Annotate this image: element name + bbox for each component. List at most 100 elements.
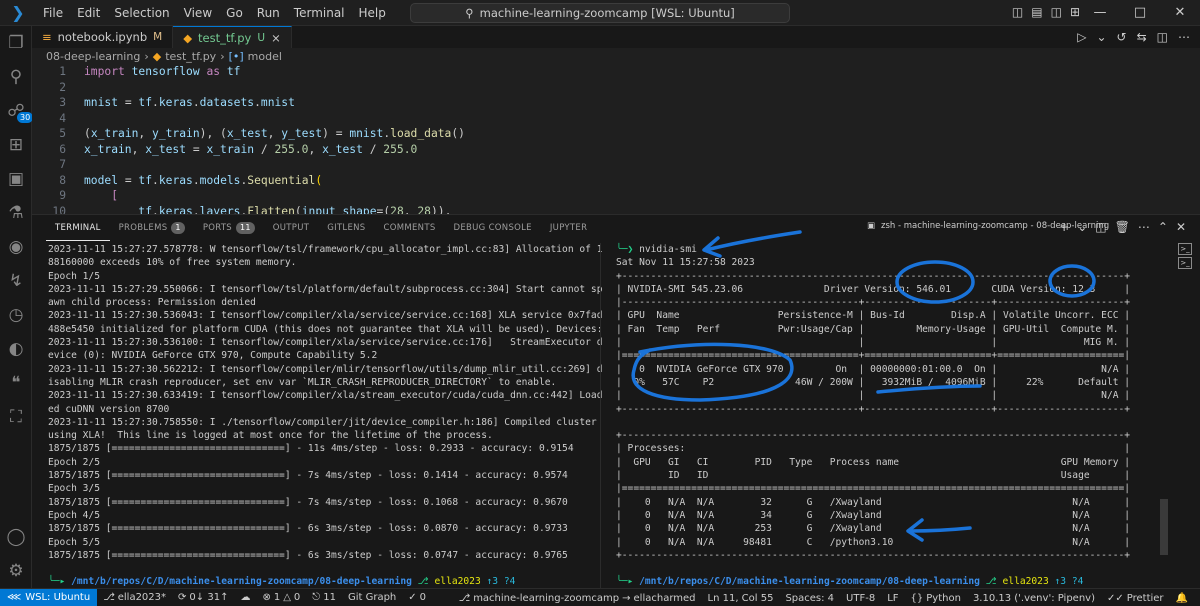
tab-comments[interactable]: COMMENTS — [375, 215, 445, 241]
cloud-icon: ☁ — [240, 592, 251, 603]
git-graph-icon[interactable]: ↯ — [0, 264, 32, 298]
tab-jupyter[interactable]: JUPYTER — [541, 215, 596, 241]
branch-indicator[interactable]: ⎇ ella2023* — [97, 592, 172, 603]
jupyter-icon[interactable]: ◐ — [0, 332, 32, 366]
eol[interactable]: LF — [881, 593, 904, 604]
terminal-line: 2023-11-11 15:27:29.550066: I tensorflow… — [48, 283, 603, 295]
terminal-line: Sat Nov 11 15:27:58 2023 — [616, 257, 755, 269]
terminal-right[interactable]: ╰─❯ nvidia-smi Sat Nov 11 15:27:58 2023 +-… — [616, 243, 1156, 601]
ports-count: 11 — [323, 592, 336, 603]
terminal-line: isabling MLIR crash reproducer, set env … — [48, 376, 557, 388]
compare-icon[interactable]: ⇆ — [1137, 30, 1147, 44]
maximize-icon[interactable]: □ — [1120, 0, 1160, 26]
quote-icon[interactable]: ❝ — [0, 366, 32, 400]
git-graph-button[interactable]: Git Graph — [342, 592, 402, 603]
prompt-branch: ella2023 — [434, 576, 487, 588]
indentation[interactable]: Spaces: 4 — [779, 593, 840, 604]
live-share-indicator[interactable]: ✓ 0 — [402, 592, 432, 603]
close-tab-icon[interactable]: × — [271, 31, 281, 45]
terminal-dropdown-icon[interactable]: ⌄ — [1077, 220, 1087, 234]
breadcrumb-symbol[interactable]: model — [248, 50, 282, 63]
toggle-secondary-sidebar-icon[interactable]: ◫ — [1051, 5, 1062, 19]
close-panel-icon[interactable]: ✕ — [1176, 220, 1186, 234]
tab-problems[interactable]: PROBLEMS 1 — [110, 215, 194, 241]
timeline-icon[interactable]: ◷ — [0, 298, 32, 332]
branch-name: ella2023* — [117, 592, 167, 603]
maximize-panel-icon[interactable]: ⌃ — [1158, 220, 1168, 234]
search-text: machine-learning-zoomcamp [WSL: Ubuntu] — [479, 6, 735, 20]
split-editor-icon[interactable]: ◫ — [1157, 30, 1168, 44]
menu-help[interactable]: Help — [352, 0, 393, 26]
terminal-instance-icon[interactable]: >_ — [1178, 243, 1192, 255]
run-dropdown-icon[interactable]: ⌄ — [1096, 30, 1106, 44]
command-center-search[interactable]: ⚲ machine-learning-zoomcamp [WSL: Ubuntu… — [410, 3, 790, 23]
menu-terminal[interactable]: Terminal — [287, 0, 352, 26]
run-icon[interactable]: ▷ — [1077, 30, 1086, 44]
new-terminal-icon[interactable]: + — [1059, 220, 1069, 234]
source-control-icon[interactable]: ☍ 30 — [0, 94, 34, 128]
sync-indicator[interactable]: ⟳ 0↓ 31↑ — [172, 592, 234, 603]
tab-output[interactable]: OUTPUT — [264, 215, 318, 241]
toggle-panel-icon[interactable]: ▤ — [1031, 5, 1042, 19]
docker-icon[interactable]: ⛶ — [0, 400, 32, 434]
explorer-icon[interactable]: ❐ — [0, 26, 32, 60]
menu-run[interactable]: Run — [250, 0, 287, 26]
ports-indicator[interactable]: ⎋ 11 — [306, 592, 342, 603]
breadcrumb-file[interactable]: test_tf.py — [165, 50, 216, 63]
menu-view[interactable]: View — [177, 0, 219, 26]
timeline-action-icon[interactable]: ↺ — [1117, 30, 1127, 44]
notifications[interactable]: 🔔 — [1170, 593, 1194, 604]
error-count: 1 — [273, 592, 281, 603]
account-icon[interactable]: ◯ — [0, 520, 32, 554]
arrow-separator: → — [622, 592, 631, 604]
git-icon: ⎇ — [458, 592, 471, 604]
customize-layout-icon[interactable]: ⊞ — [1070, 5, 1080, 19]
menu-edit[interactable]: Edit — [70, 0, 107, 26]
menu-selection[interactable]: Selection — [107, 0, 176, 26]
breadcrumb-folder[interactable]: 08-deep-learning — [46, 50, 140, 63]
terminal-split-divider[interactable] — [600, 243, 601, 589]
terminal-left[interactable]: 2023-11-11 15:27:27.578778: W tensorflow… — [48, 243, 603, 587]
eol-label: LF — [887, 592, 899, 604]
prompt-path: /mnt/b/repos/C/D/machine-learning-zoomca… — [639, 576, 986, 588]
tab-debug-console[interactable]: DEBUG CONSOLE — [445, 215, 541, 241]
tab-notebook[interactable]: ≡ notebook.ipynb M — [32, 26, 174, 48]
language-mode[interactable]: {} Python — [905, 593, 967, 604]
tab-gitlens[interactable]: GITLENS — [318, 215, 374, 241]
remote-indicator[interactable]: ⋘ WSL: Ubuntu — [0, 588, 98, 606]
check-icon: ✓ — [408, 592, 417, 603]
prompt-branch: ella2023 — [1002, 576, 1055, 588]
more-actions-icon[interactable]: ⋯ — [1138, 220, 1150, 234]
testing-icon[interactable]: ⚗ — [0, 196, 32, 230]
split-terminal-icon[interactable]: ◫ — [1095, 220, 1106, 234]
remote-explorer-icon[interactable]: ▣ — [0, 162, 32, 196]
search-sidebar-icon[interactable]: ⚲ — [0, 60, 32, 94]
terminal-instance-icon[interactable]: >_ — [1178, 257, 1192, 269]
menu-file[interactable]: File — [36, 0, 70, 26]
tab-ports[interactable]: PORTS 11 — [194, 215, 264, 241]
toggle-sidebar-icon[interactable]: ◫ — [1012, 5, 1023, 19]
minimize-icon[interactable]: — — [1080, 0, 1120, 26]
project-indicator[interactable]: ⎇ machine-learning-zoomcamp → ellacharmed — [453, 593, 702, 604]
settings-gear-icon[interactable]: ⚙ — [0, 554, 32, 588]
line-number: 8 — [59, 173, 66, 187]
menu-go[interactable]: Go — [219, 0, 250, 26]
code-line: 1 import tensorflow as tf — [32, 64, 1200, 80]
more-actions-icon[interactable]: ⋯ — [1178, 30, 1190, 44]
terminal-scrollbar[interactable] — [1160, 499, 1168, 555]
code-editor[interactable]: 1 import tensorflow as tf 2 3 mnist = tf.k… — [32, 64, 1200, 235]
python-interpreter[interactable]: 3.10.13 ('.venv': Pipenv) — [967, 593, 1101, 604]
close-icon[interactable]: ✕ — [1160, 0, 1200, 26]
extensions-icon[interactable]: ⊞ — [0, 128, 32, 162]
problems-indicator[interactable]: ⊗ 1 △ 0 — [256, 592, 306, 603]
tab-terminal[interactable]: TERMINAL — [46, 215, 110, 241]
tab-test-tf[interactable]: ◆ test_tf.py U × — [173, 26, 292, 48]
tab-label: GITLENS — [327, 223, 366, 233]
github-icon[interactable]: ◉ — [0, 230, 32, 264]
remote-connect-indicator[interactable]: ☁ — [234, 592, 256, 603]
kill-terminal-icon[interactable]: 🗑 — [1115, 220, 1130, 234]
encoding[interactable]: UTF-8 — [840, 593, 881, 604]
cursor-position[interactable]: Ln 11, Col 55 — [702, 593, 780, 604]
prettier-indicator[interactable]: ✓✓ Prettier — [1101, 593, 1170, 604]
terminal-line: 88160000 exceeds 10% of free system memo… — [48, 257, 297, 269]
